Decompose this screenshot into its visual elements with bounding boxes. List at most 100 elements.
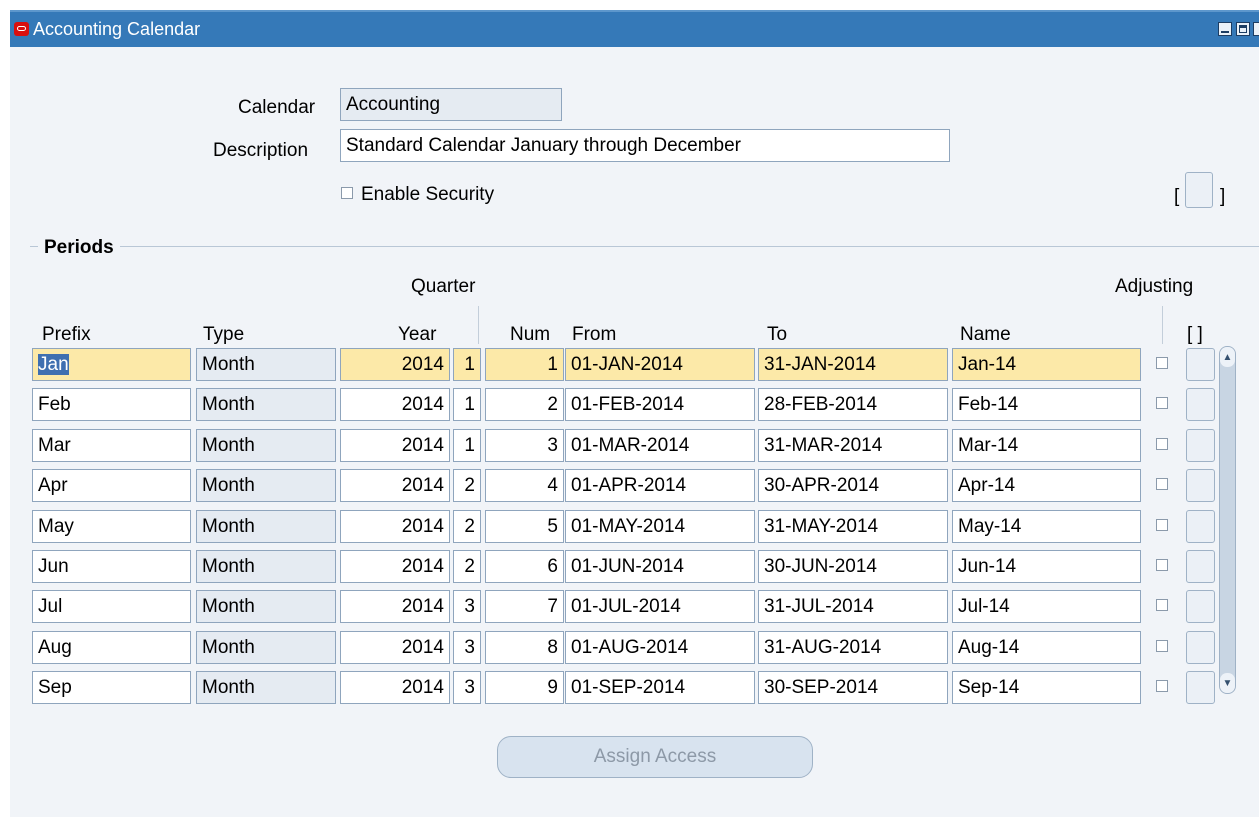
close-icon[interactable] — [1253, 22, 1259, 36]
cell-to[interactable]: 31-MAY-2014 — [758, 510, 948, 543]
cell-prefix[interactable]: May — [32, 510, 191, 543]
scroll-up-icon[interactable]: ▲ — [1220, 347, 1235, 367]
cell-name[interactable]: Jul-14 — [952, 590, 1141, 623]
cell-type[interactable]: Month — [196, 388, 336, 421]
cell-year[interactable]: 2014 — [340, 429, 450, 462]
cell-name[interactable]: Sep-14 — [952, 671, 1141, 704]
adjusting-checkbox[interactable] — [1156, 397, 1168, 409]
adjusting-checkbox[interactable] — [1156, 438, 1168, 450]
cell-type[interactable]: Month — [196, 671, 336, 704]
cell-to[interactable]: 30-APR-2014 — [758, 469, 948, 502]
cell-from[interactable]: 01-MAR-2014 — [565, 429, 755, 462]
cell-num[interactable]: 6 — [485, 550, 564, 583]
cell-name[interactable]: Jun-14 — [952, 550, 1141, 583]
adjusting-checkbox[interactable] — [1156, 559, 1168, 571]
cell-to[interactable]: 28-FEB-2014 — [758, 388, 948, 421]
cell-num[interactable]: 2 — [485, 388, 564, 421]
row-context-field[interactable] — [1186, 590, 1215, 623]
cell-quarter[interactable]: 3 — [453, 590, 481, 623]
calendar-field[interactable]: Accounting — [340, 88, 562, 121]
cell-quarter[interactable]: 2 — [453, 510, 481, 543]
enable-security-checkbox[interactable] — [341, 187, 353, 199]
cell-name[interactable]: Apr-14 — [952, 469, 1141, 502]
cell-num[interactable]: 4 — [485, 469, 564, 502]
cell-num[interactable]: 3 — [485, 429, 564, 462]
periods-scrollbar[interactable]: ▲ ▼ — [1219, 346, 1236, 694]
adjusting-checkbox[interactable] — [1156, 680, 1168, 692]
cell-num[interactable]: 8 — [485, 631, 564, 664]
cell-name[interactable]: May-14 — [952, 510, 1141, 543]
cell-prefix[interactable]: Apr — [32, 469, 191, 502]
row-context-field[interactable] — [1186, 671, 1215, 704]
row-context-field[interactable] — [1186, 348, 1215, 381]
description-field[interactable]: Standard Calendar January through Decemb… — [340, 129, 950, 162]
cell-prefix[interactable]: Jan — [32, 348, 191, 381]
cell-year[interactable]: 2014 — [340, 590, 450, 623]
cell-prefix[interactable]: Sep — [32, 671, 191, 704]
cell-prefix[interactable]: Jul — [32, 590, 191, 623]
cell-from[interactable]: 01-FEB-2014 — [565, 388, 755, 421]
context-field[interactable] — [1185, 172, 1213, 208]
cell-type[interactable]: Month — [196, 348, 336, 381]
cell-prefix[interactable]: Aug — [32, 631, 191, 664]
cell-num[interactable]: 9 — [485, 671, 564, 704]
minimize-icon[interactable] — [1218, 22, 1232, 36]
cell-name[interactable]: Feb-14 — [952, 388, 1141, 421]
cell-year[interactable]: 2014 — [340, 388, 450, 421]
adjusting-checkbox[interactable] — [1156, 519, 1168, 531]
adjusting-checkbox[interactable] — [1156, 478, 1168, 490]
cell-year[interactable]: 2014 — [340, 469, 450, 502]
cell-type[interactable]: Month — [196, 469, 336, 502]
cell-prefix[interactable]: Jun — [32, 550, 191, 583]
cell-num[interactable]: 1 — [485, 348, 564, 381]
cell-quarter[interactable]: 1 — [453, 348, 481, 381]
adjusting-checkbox[interactable] — [1156, 599, 1168, 611]
row-context-field[interactable] — [1186, 429, 1215, 462]
cell-to[interactable]: 31-AUG-2014 — [758, 631, 948, 664]
cell-to[interactable]: 31-JAN-2014 — [758, 348, 948, 381]
cell-to[interactable]: 31-JUL-2014 — [758, 590, 948, 623]
cell-name[interactable]: Jan-14 — [952, 348, 1141, 381]
cell-to[interactable]: 30-JUN-2014 — [758, 550, 948, 583]
assign-access-button[interactable]: Assign Access — [497, 736, 813, 778]
cell-type[interactable]: Month — [196, 550, 336, 583]
cell-num[interactable]: 5 — [485, 510, 564, 543]
cell-type[interactable]: Month — [196, 429, 336, 462]
cell-year[interactable]: 2014 — [340, 348, 450, 381]
cell-name[interactable]: Mar-14 — [952, 429, 1141, 462]
cell-from[interactable]: 01-AUG-2014 — [565, 631, 755, 664]
cell-from[interactable]: 01-SEP-2014 — [565, 671, 755, 704]
cell-quarter[interactable]: 2 — [453, 469, 481, 502]
adjusting-checkbox[interactable] — [1156, 357, 1168, 369]
cell-quarter[interactable]: 2 — [453, 550, 481, 583]
cell-to[interactable]: 30-SEP-2014 — [758, 671, 948, 704]
row-context-field[interactable] — [1186, 550, 1215, 583]
cell-quarter[interactable]: 3 — [453, 631, 481, 664]
cell-from[interactable]: 01-MAY-2014 — [565, 510, 755, 543]
cell-from[interactable]: 01-APR-2014 — [565, 469, 755, 502]
cell-quarter[interactable]: 1 — [453, 429, 481, 462]
cell-to[interactable]: 31-MAR-2014 — [758, 429, 948, 462]
cell-type[interactable]: Month — [196, 510, 336, 543]
cell-type[interactable]: Month — [196, 631, 336, 664]
cell-from[interactable]: 01-JUN-2014 — [565, 550, 755, 583]
cell-from[interactable]: 01-JUL-2014 — [565, 590, 755, 623]
adjusting-checkbox[interactable] — [1156, 640, 1168, 652]
cell-year[interactable]: 2014 — [340, 550, 450, 583]
cell-from[interactable]: 01-JAN-2014 — [565, 348, 755, 381]
row-context-field[interactable] — [1186, 469, 1215, 502]
cell-year[interactable]: 2014 — [340, 631, 450, 664]
cell-prefix[interactable]: Mar — [32, 429, 191, 462]
row-context-field[interactable] — [1186, 631, 1215, 664]
cell-prefix[interactable]: Feb — [32, 388, 191, 421]
cell-num[interactable]: 7 — [485, 590, 564, 623]
cell-year[interactable]: 2014 — [340, 671, 450, 704]
maximize-icon[interactable] — [1236, 22, 1250, 36]
scroll-down-icon[interactable]: ▼ — [1220, 673, 1235, 693]
row-context-field[interactable] — [1186, 510, 1215, 543]
row-context-field[interactable] — [1186, 388, 1215, 421]
cell-name[interactable]: Aug-14 — [952, 631, 1141, 664]
cell-quarter[interactable]: 1 — [453, 388, 481, 421]
cell-type[interactable]: Month — [196, 590, 336, 623]
cell-year[interactable]: 2014 — [340, 510, 450, 543]
